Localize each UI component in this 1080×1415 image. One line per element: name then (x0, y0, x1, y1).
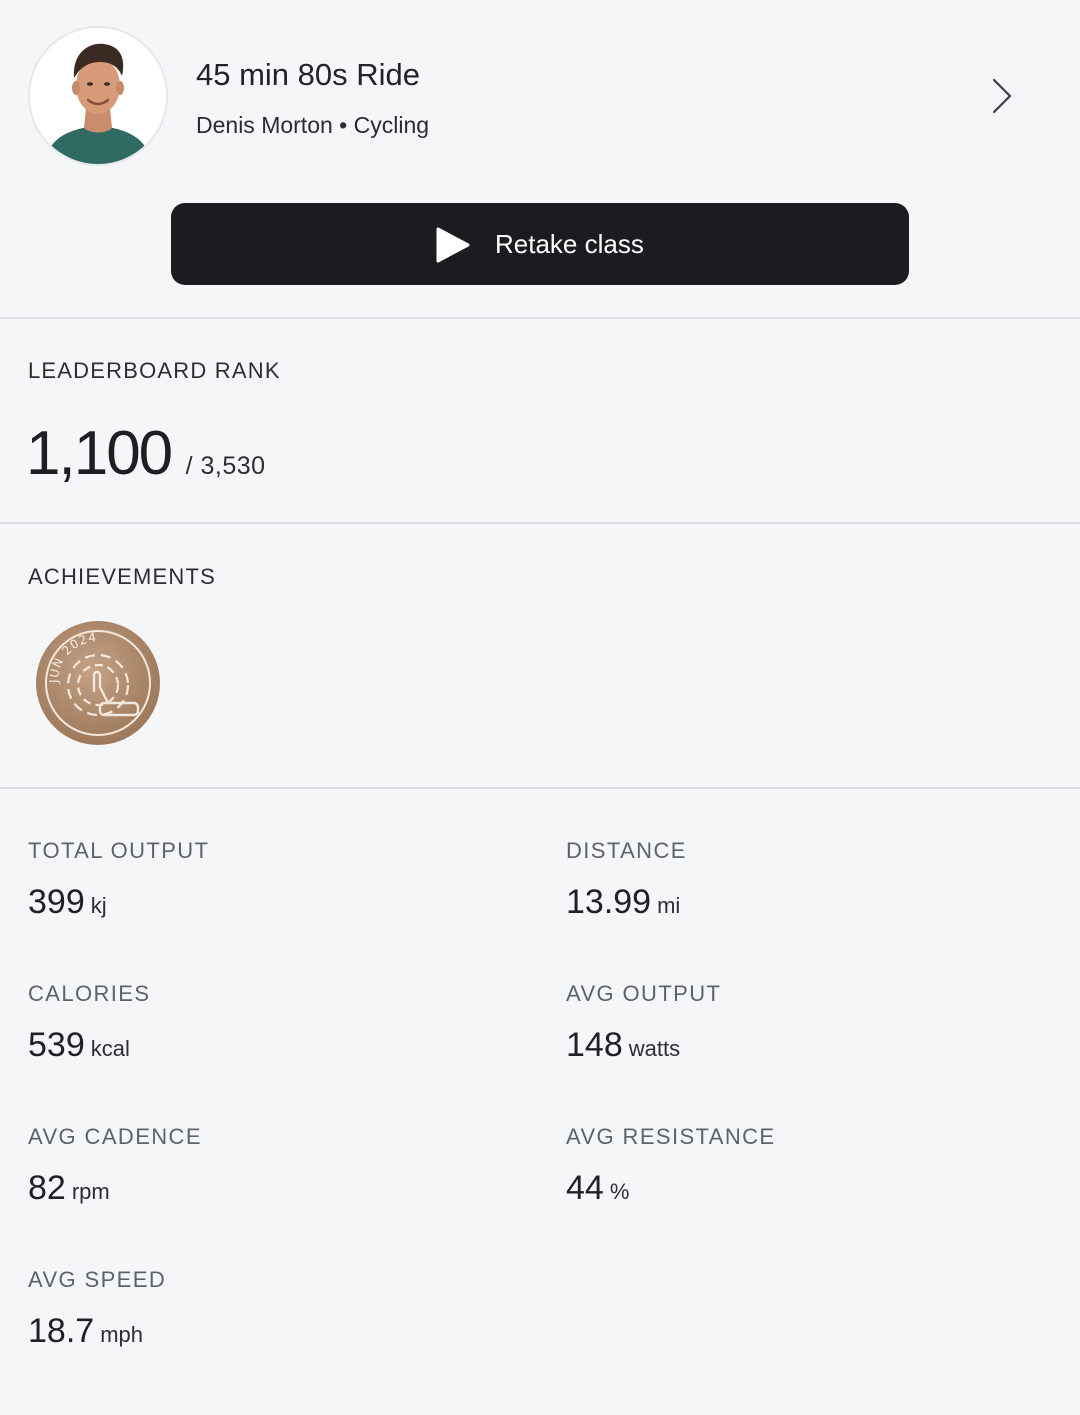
stat-label: AVG SPEED (28, 1267, 167, 1292)
class-subtitle: Denis Morton • Cycling (196, 112, 430, 138)
stat-unit: mph (100, 1322, 143, 1347)
stat-avg-resistance: AVG RESISTANCE 44% (566, 1124, 776, 1215)
retake-class-label: Retake class (495, 229, 644, 259)
stat-value: 18.7 (28, 1312, 95, 1350)
class-title: 45 min 80s Ride (196, 57, 421, 92)
stat-unit: kj (90, 893, 107, 918)
stat-value: 13.99 (566, 883, 652, 921)
stat-value: 539 (28, 1026, 85, 1064)
instructor-avatar[interactable] (28, 26, 168, 166)
rank-total: / 3,530 (185, 452, 266, 480)
section-divider (0, 522, 1080, 524)
stat-unit: % (609, 1179, 630, 1204)
achievements-heading: ACHIEVEMENTS (28, 564, 216, 589)
stat-label: AVG CADENCE (28, 1124, 202, 1149)
stat-unit: watts (628, 1036, 681, 1061)
class-header[interactable]: 45 min 80s Ride Denis Morton • Cycling (0, 0, 1080, 200)
stat-unit: rpm (71, 1179, 110, 1204)
stat-total-output: TOTAL OUTPUT 399 kj (28, 838, 209, 929)
monthly-challenge-badge[interactable]: JUN 2024 (36, 621, 160, 745)
stat-value: 399 (28, 883, 85, 921)
section-divider (0, 317, 1080, 319)
stat-label: TOTAL OUTPUT (28, 838, 210, 863)
instructor-avatar-image (30, 28, 166, 164)
stat-avg-speed: AVG SPEED 18.7 mph (28, 1267, 166, 1358)
stat-label: AVG RESISTANCE (566, 1124, 776, 1149)
stat-value: 44 (566, 1169, 604, 1207)
stat-avg-output: AVG OUTPUT 148 watts (566, 981, 721, 1072)
leaderboard-heading: LEADERBOARD RANK (28, 358, 281, 383)
stat-unit: kcal (90, 1036, 130, 1061)
stat-label: DISTANCE (566, 838, 687, 863)
stat-label: CALORIES (28, 981, 151, 1006)
play-icon (436, 227, 470, 263)
stat-distance: DISTANCE 13.99 mi (566, 838, 687, 929)
stat-unit: mi (657, 893, 681, 918)
retake-class-button[interactable]: Retake class (171, 203, 909, 285)
stat-value: 82 (28, 1169, 66, 1207)
leaderboard-rank: 1,100 / 3,530 (26, 418, 266, 490)
section-divider (0, 787, 1080, 789)
stat-calories: CALORIES 539 kcal (28, 981, 150, 1072)
rank-value: 1,100 (26, 419, 173, 488)
stat-avg-cadence: AVG CADENCE 82 rpm (28, 1124, 202, 1215)
chevron-right-icon[interactable] (982, 72, 1022, 120)
stat-value: 148 (566, 1026, 623, 1064)
stat-label: AVG OUTPUT (566, 981, 722, 1006)
